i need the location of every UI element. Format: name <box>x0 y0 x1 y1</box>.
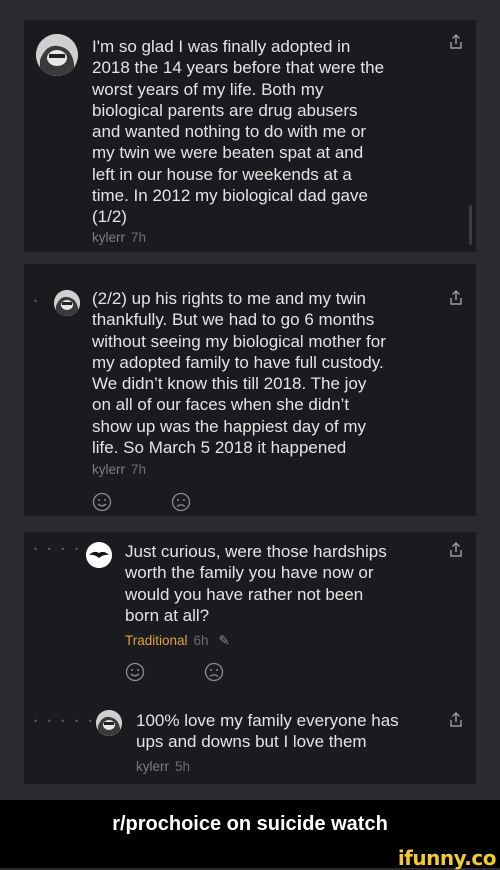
avatar[interactable] <box>86 542 112 568</box>
smile-icon[interactable] <box>92 492 112 512</box>
thread-dots: • <box>34 296 42 306</box>
smile-icon[interactable] <box>125 662 145 682</box>
timestamp: 7h <box>131 462 147 477</box>
comment-meta: kylerr 7h <box>92 462 146 477</box>
thread-dots: • • • • • <box>34 716 96 726</box>
comment-card-3: • • • • Just curious, were those hardshi… <box>24 532 476 784</box>
share-icon[interactable] <box>449 290 463 306</box>
comment-meta: kylerr 7h <box>92 230 146 245</box>
comment-meta: Traditional 6h ✎ <box>125 633 230 649</box>
caption-title: r/prochoice on suicide watch <box>112 813 388 835</box>
thread-dots: • • • • <box>34 544 83 554</box>
avatar[interactable] <box>36 34 78 76</box>
avatar[interactable] <box>96 710 122 736</box>
author-name[interactable]: kylerr <box>92 230 125 245</box>
comment-text: Just curious, were those hardships worth… <box>125 542 387 625</box>
comment-text: I'm so glad I was finally adopted in 201… <box>92 37 385 227</box>
frown-icon[interactable] <box>171 492 191 512</box>
share-icon[interactable] <box>449 34 463 50</box>
scrollbar[interactable] <box>469 205 472 245</box>
comment-meta: kylerr 5h <box>136 759 190 774</box>
avatar[interactable] <box>54 290 80 316</box>
timestamp: 6h <box>193 633 209 648</box>
author-name[interactable]: kylerr <box>136 759 169 774</box>
watermark-logo: ifunny.co <box>397 846 497 870</box>
share-icon[interactable] <box>449 712 463 728</box>
frown-icon[interactable] <box>204 662 224 682</box>
comment-card-1: I'm so glad I was finally adopted in 201… <box>24 20 476 252</box>
comment-text: (2/2) up his rights to me and my twin th… <box>92 289 386 458</box>
comment-card-2: • (2/2) up his rights to me and my twin … <box>24 264 476 516</box>
timestamp: 5h <box>175 759 191 774</box>
author-name[interactable]: kylerr <box>92 462 125 477</box>
pencil-icon: ✎ <box>218 633 230 648</box>
comment-text: 100% love my family everyone has ups and… <box>136 711 399 752</box>
author-name[interactable]: Traditional <box>125 633 188 648</box>
share-icon[interactable] <box>449 542 463 558</box>
timestamp: 7h <box>131 230 147 245</box>
